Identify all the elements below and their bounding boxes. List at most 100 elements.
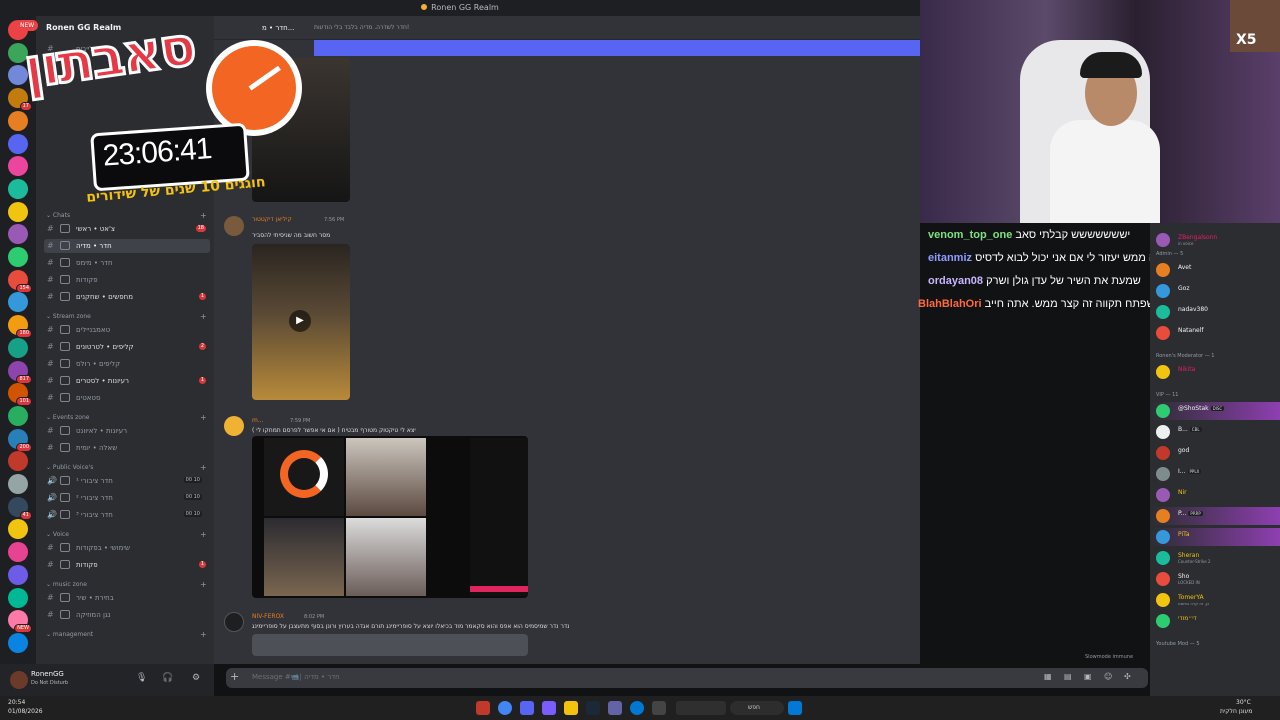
gift-icon[interactable]: ▦ [1044,672,1052,681]
play-icon[interactable]: ▶ [289,310,311,332]
channel-item[interactable]: # קליפים • רולס [44,357,210,371]
avatar[interactable] [1156,530,1170,544]
channel-item[interactable]: # רעיונות • לאיוונט [44,424,210,438]
member-row[interactable]: nadav380 [1150,303,1280,321]
channel-item[interactable]: # קליפים • לטרטונים 2 [44,340,210,354]
category-header[interactable]: ⌄ Public Voice's + [46,463,207,472]
folder-icon[interactable] [564,701,578,715]
member-row[interactable]: Avet [1150,261,1280,279]
video-attachment[interactable] [252,436,528,598]
app-icon[interactable] [476,701,490,715]
channel-item[interactable]: # צ'אט • ראשי 18 [44,222,210,236]
category-header[interactable]: ⌄ Chats + [46,211,207,220]
add-channel-icon[interactable]: + [200,463,207,472]
windows-start-icon[interactable] [788,701,802,715]
add-channel-icon[interactable]: + [200,630,207,639]
avatar[interactable] [1156,593,1170,607]
sticker-icon[interactable]: ▣ [1084,672,1092,681]
add-channel-icon[interactable]: + [200,211,207,220]
add-channel-icon[interactable]: + [200,580,207,589]
settings-gear-icon[interactable]: ⚙ [192,673,200,683]
avatar[interactable] [1156,263,1170,277]
channel-item[interactable]: # רעיונות • לסטרים 1 [44,374,210,388]
member-row[interactable]: ZBengalsonn in voice [1150,231,1280,249]
member-row[interactable]: Nir [1150,486,1280,504]
avatar[interactable] [224,612,244,632]
avatar[interactable] [1156,446,1170,460]
channel-item[interactable]: 🔊 חדר ציבורי ¹ 00 10 [44,474,210,488]
add-attachment-icon[interactable]: + [230,670,239,683]
member-row[interactable]: PiTa [1150,528,1280,546]
channel-item[interactable]: # טאמבניילים [44,323,210,337]
avatar[interactable] [1156,233,1170,247]
channel-item[interactable]: # מחפשים • שחקנים 1 [44,290,210,304]
server-icon[interactable] [8,405,28,426]
server-icon[interactable] [8,519,28,540]
member-row[interactable]: god [1150,444,1280,462]
server-icon[interactable] [8,564,28,585]
video-attachment[interactable]: ▶ [252,244,350,400]
category-header[interactable]: ⌄ Stream zone + [46,312,207,321]
avatar[interactable] [1156,488,1170,502]
server-icon[interactable] [8,337,28,358]
channel-item[interactable]: 🔊 חדר ציבורי ³ 00 10 [44,508,210,522]
avatar[interactable] [1156,509,1170,523]
channel-item[interactable]: 🔊 חדר ציבורי ² 00 10 [44,491,210,505]
avatar[interactable] [224,416,244,436]
add-channel-icon[interactable]: + [200,530,207,539]
avatar[interactable] [1156,572,1170,586]
member-row[interactable]: Natanelf [1150,324,1280,342]
server-icon[interactable] [8,542,28,563]
avatar[interactable] [1156,284,1170,298]
channel-item[interactable]: # נגן המוזיקה [44,608,210,622]
member-row[interactable]: TomerYA כן, זה קרה בפוסט [1150,591,1280,609]
server-icon[interactable]: NEW [8,610,32,634]
server-icon[interactable] [8,632,28,653]
channel-item[interactable]: # שימושי • בפקודות [44,541,210,555]
message-input[interactable]: Message #📹| חדר • מדיה [252,673,340,681]
message-composer[interactable]: + Message #📹| חדר • מדיה ▦ ▤ ▣ ☺ ✣ [226,668,1148,688]
avatar[interactable] [1156,326,1170,340]
channel-item[interactable]: # פקודות 1 [44,558,210,572]
app-icon[interactable] [676,701,726,715]
message-author[interactable]: קיליאן דיקטטור [252,216,292,223]
avatar[interactable] [1156,305,1170,319]
app-icon[interactable] [542,701,556,715]
channel-item[interactable]: # בחירת • שיר [44,591,210,605]
microphone-icon[interactable]: 🎙 [136,673,147,683]
server-icon[interactable] [8,474,28,494]
server-icon[interactable]: 180 [8,315,32,339]
server-icon[interactable] [8,587,28,608]
headphones-icon[interactable]: 🎧 [162,673,173,683]
channel-item[interactable]: # חדר • מימס [44,256,210,270]
server-icon[interactable] [8,292,28,313]
add-channel-icon[interactable]: + [200,413,207,422]
member-row[interactable]: P... PRRP [1150,507,1280,525]
channel-item[interactable]: # חדר • מדיה [44,239,210,253]
edge-icon[interactable] [630,701,644,715]
member-row[interactable]: B... CBL [1150,423,1280,441]
server-icon[interactable]: 154 [8,269,32,293]
category-header[interactable]: ⌄ management + [46,630,207,639]
channel-item[interactable]: # פקודות [44,273,210,287]
username[interactable]: RonenGG [31,670,64,678]
category-header[interactable]: ⌄ music zone + [46,580,207,589]
emoji-icon[interactable]: ☺ [1104,672,1112,681]
category-header[interactable]: ⌄ Voice + [46,530,207,539]
server-icon[interactable] [8,224,28,245]
channel-item[interactable]: # סטאטים [44,391,210,405]
avatar[interactable] [1156,404,1170,418]
server-icon[interactable]: 101 [8,383,32,407]
member-row[interactable]: Sheran Counter-Strike 2 [1150,549,1280,567]
member-row[interactable]: Goz [1150,282,1280,300]
message-author[interactable]: m... [252,417,264,424]
server-icon[interactable] [8,247,28,267]
avatar[interactable] [10,671,28,689]
member-row[interactable]: די״מודי [1150,612,1280,630]
avatar[interactable] [224,216,244,236]
discord-icon[interactable] [520,701,534,715]
avatar[interactable] [1156,425,1170,439]
server-icon[interactable]: 817 [8,360,32,384]
avatar[interactable] [1156,614,1170,628]
server-icon[interactable]: 200 [8,428,32,452]
